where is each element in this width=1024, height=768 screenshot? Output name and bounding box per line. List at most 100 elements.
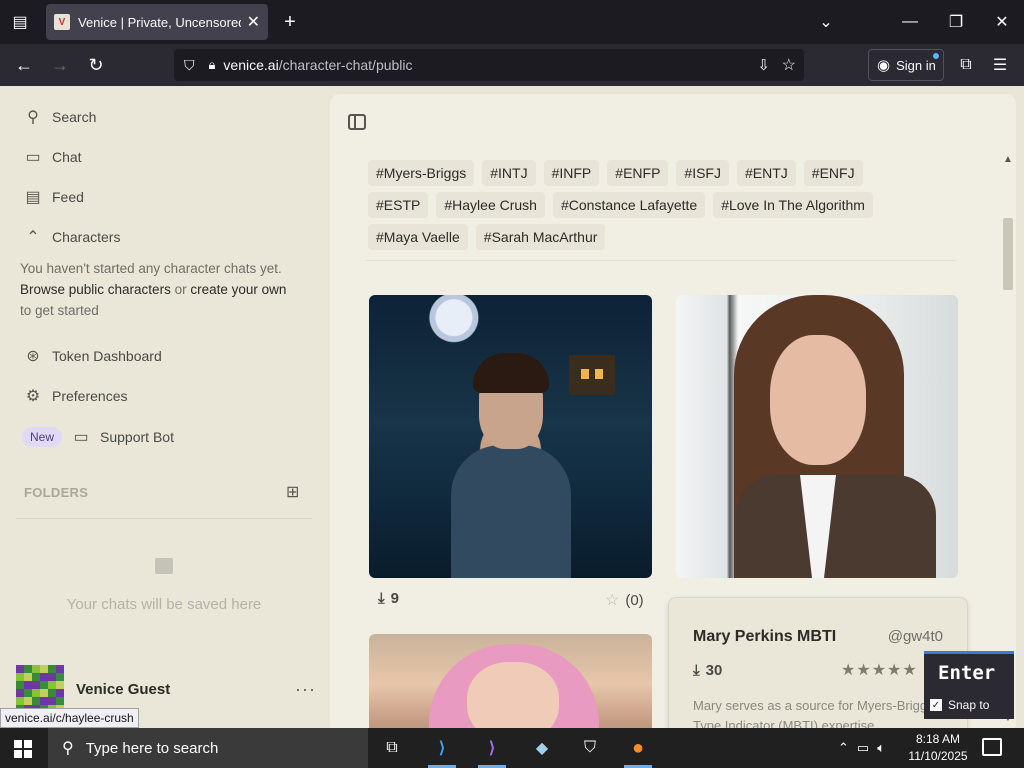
tag-chip[interactable]: #ESTP (368, 192, 429, 218)
shield-icon[interactable]: ⛉ (184, 57, 195, 74)
close-window-icon[interactable]: ✕ (992, 12, 1012, 32)
sidebar-item-preferences[interactable]: ⚙ Preferences (24, 387, 128, 405)
lock-icon[interactable]: 🔒︎ (209, 57, 216, 73)
guest-profile[interactable]: Venice Guest ··· (16, 664, 316, 714)
sidebar-item-label: Preferences (52, 388, 128, 404)
close-tab-icon[interactable]: ✕ (247, 12, 260, 32)
volume-icon[interactable]: 🔈︎ (877, 740, 885, 756)
bookmark-star-icon[interactable]: ☆ (782, 55, 796, 75)
tag-chip[interactable]: #Maya Vaelle (368, 224, 468, 250)
more-options-icon[interactable]: ··· (295, 679, 316, 700)
minimize-window-icon[interactable]: — (900, 12, 920, 32)
card-rating[interactable]: ☆ (0) (605, 590, 644, 610)
sidebar-divider (16, 518, 312, 519)
face-graphic (467, 662, 559, 734)
key-label: Enter (938, 662, 996, 684)
chevron-up-icon[interactable]: ⌃ (838, 740, 849, 756)
address-bar[interactable]: ⛉ 🔒︎ venice.ai/character-chat/public ⇩ ☆ (174, 49, 804, 81)
characters-empty-message: You haven't started any character chats … (20, 258, 310, 321)
tag-chip[interactable]: #ENFP (607, 160, 669, 186)
sidebar-item-chat[interactable]: ▭ Chat (24, 148, 81, 166)
sign-in-label: Sign in (896, 57, 936, 73)
network-icon[interactable]: ▭ (857, 740, 869, 756)
avatar-pixel (32, 673, 40, 681)
install-app-icon[interactable]: ⇩ (757, 56, 770, 74)
tag-chip[interactable]: #ENTJ (736, 160, 796, 186)
add-folder-icon[interactable]: ⊞ (286, 482, 299, 502)
taskbar-search[interactable]: ⚲ Type here to search (48, 728, 368, 768)
tag-chip[interactable]: #ISFJ (676, 160, 729, 186)
tab-list-icon[interactable]: ▤ (10, 12, 30, 32)
tag-chip[interactable]: #Myers-Briggs (368, 160, 475, 186)
sidebar-toggle-icon[interactable] (348, 114, 366, 130)
tag-chip[interactable]: #INTJ (482, 160, 536, 186)
character-card-image[interactable] (369, 295, 652, 578)
avatar-pixel (48, 665, 56, 673)
character-card-image[interactable] (676, 295, 958, 578)
avatar-pixel (24, 673, 32, 681)
avatar-pixel (40, 681, 48, 689)
scrollbar[interactable]: ▲ ▼ (1000, 152, 1016, 726)
sidebar-item-characters[interactable]: ⌃ Characters (24, 228, 120, 246)
hair-graphic (473, 353, 549, 393)
tag-chip[interactable]: #Haylee Crush (436, 192, 545, 218)
avatar-pixel (56, 697, 64, 705)
sidebar-item-feed[interactable]: ▤ Feed (24, 188, 83, 206)
sign-in-button[interactable]: ◉ Sign in (868, 49, 944, 81)
avatar-pixel (56, 689, 64, 697)
avatar-pixel (16, 665, 24, 673)
tag-chip[interactable]: #INFP (543, 160, 600, 186)
star-rating: ★★★★★ (841, 662, 918, 679)
avatar-pixel (32, 681, 40, 689)
browse-public-characters-link[interactable]: Browse public characters (20, 282, 171, 297)
extensions-icon[interactable]: ⧉ (956, 55, 976, 75)
sidebar-item-support-bot[interactable]: New ▭ Support Bot (22, 427, 174, 447)
tag-chip[interactable]: #ENFJ (803, 160, 863, 186)
security-shield-icon[interactable]: ⛉ (572, 732, 608, 764)
guest-name: Venice Guest (76, 680, 171, 698)
popover-downloads: ⤓ 30 (693, 662, 722, 679)
firefox-icon[interactable]: ● (620, 732, 656, 768)
restore-window-icon[interactable]: ❐ (946, 12, 966, 32)
vscode-icon[interactable]: ⟩ (424, 732, 460, 768)
star-icon[interactable]: ☆ (605, 590, 619, 610)
chevron-down-icon[interactable]: ⌄ (816, 12, 836, 32)
app-icon[interactable]: ◆ (524, 732, 560, 764)
avatar-pixel (48, 673, 56, 681)
back-arrow-icon[interactable]: ← (14, 55, 34, 75)
download-icon: ⤓ (378, 590, 385, 607)
folders-heading: FOLDERS (24, 485, 89, 500)
treehouse-graphic (569, 355, 615, 395)
scroll-up-icon[interactable]: ▲ (1003, 154, 1013, 165)
avatar-pixel (56, 673, 64, 681)
character-card-image[interactable] (369, 634, 652, 734)
checkbox[interactable]: ✓ (930, 699, 942, 711)
tag-chip[interactable]: #Sarah MacArthur (475, 224, 606, 250)
url-host: venice.ai (223, 57, 279, 73)
create-your-own-link[interactable]: create your own (190, 282, 286, 297)
visual-studio-icon[interactable]: ⟩ (474, 732, 510, 768)
clock[interactable]: 8:18 AM 11/10/2025 (908, 731, 968, 765)
sidebar-item-label: Search (52, 109, 97, 125)
tag-chip[interactable]: #Constance Lafayette (552, 192, 706, 218)
creator-handle[interactable]: @gw4t0 (888, 628, 943, 645)
windows-start-icon[interactable] (14, 740, 32, 758)
snap-to-option[interactable]: ✓ Snap to (930, 698, 989, 712)
browser-tab[interactable]: V Venice | Private, Uncensored AI ✕ (46, 4, 268, 40)
empty-chats-message: Your chats will be saved here (66, 596, 262, 613)
sidebar-item-search[interactable]: ⚲ Search (24, 108, 96, 126)
new-tab-button[interactable]: + (280, 11, 300, 33)
sidebar: ⚲ Search ▭ Chat ▤ Feed ⌃ Characters You … (0, 86, 328, 728)
avatar-pixel (40, 673, 48, 681)
forward-arrow-icon[interactable]: → (50, 55, 70, 75)
sidebar-item-token-dashboard[interactable]: ⊛ Token Dashboard (24, 347, 161, 365)
task-view-icon[interactable]: ⧉ (374, 732, 410, 764)
menu-icon[interactable]: ☰ (990, 55, 1010, 75)
notification-center-icon[interactable] (982, 738, 1002, 756)
tag-chip[interactable]: #Love In The Algorithm (713, 192, 873, 218)
key-overlay: Enter ✓ Snap to (924, 651, 1014, 719)
character-preview-popover[interactable]: Mary Perkins MBTI @gw4t0 ⤓ 30 ★★★★★ Mary… (668, 597, 968, 734)
reload-icon[interactable]: ↻ (86, 55, 106, 75)
avatar-pixel (24, 681, 32, 689)
scrollbar-thumb[interactable] (1003, 218, 1013, 290)
